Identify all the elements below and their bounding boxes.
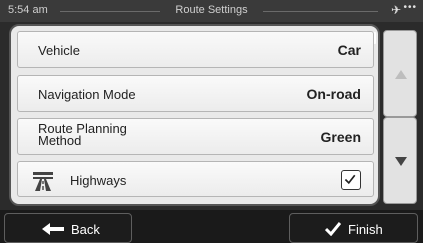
setting-value: On-road — [306, 86, 361, 102]
setting-label: Route Planning Method — [38, 122, 127, 148]
setting-row-navigation-mode[interactable]: Navigation Mode On-road — [17, 75, 374, 112]
setting-label: Vehicle — [38, 43, 80, 58]
dots-icon: ••• — [403, 2, 417, 13]
back-label: Back — [71, 222, 100, 237]
arrow-up-icon — [395, 70, 407, 79]
arrow-left-icon — [42, 223, 64, 235]
highways-checkbox[interactable] — [341, 170, 361, 190]
setting-row-route-planning-method[interactable]: Route Planning Method Green — [17, 118, 374, 155]
setting-label: Navigation Mode — [38, 87, 136, 102]
setting-value: Green — [320, 129, 361, 145]
finish-button[interactable]: Finish — [289, 213, 418, 243]
finish-label: Finish — [348, 222, 383, 237]
scroll-up-button[interactable] — [383, 30, 417, 117]
checkmark-icon — [344, 174, 356, 185]
scroll-down-button[interactable] — [383, 117, 417, 204]
setting-label: Highways — [70, 173, 127, 188]
status-bar: 5:54 am Route Settings ✈ ••• — [0, 0, 423, 22]
satellite-icon: ✈ — [390, 3, 401, 17]
highway-icon — [33, 172, 53, 191]
setting-row-highways[interactable]: Highways — [17, 161, 374, 197]
back-button[interactable]: Back — [4, 213, 132, 243]
setting-row-vehicle[interactable]: Vehicle Car — [17, 31, 374, 68]
setting-label-line2: Method — [38, 133, 82, 148]
arrow-down-icon — [395, 157, 407, 166]
settings-list: Vehicle Car Navigation Mode On-road Rout… — [9, 24, 380, 206]
checkmark-icon — [325, 222, 341, 236]
status-divider-right — [263, 11, 378, 12]
page-title: Route Settings — [175, 4, 248, 16]
setting-value: Car — [337, 42, 361, 58]
